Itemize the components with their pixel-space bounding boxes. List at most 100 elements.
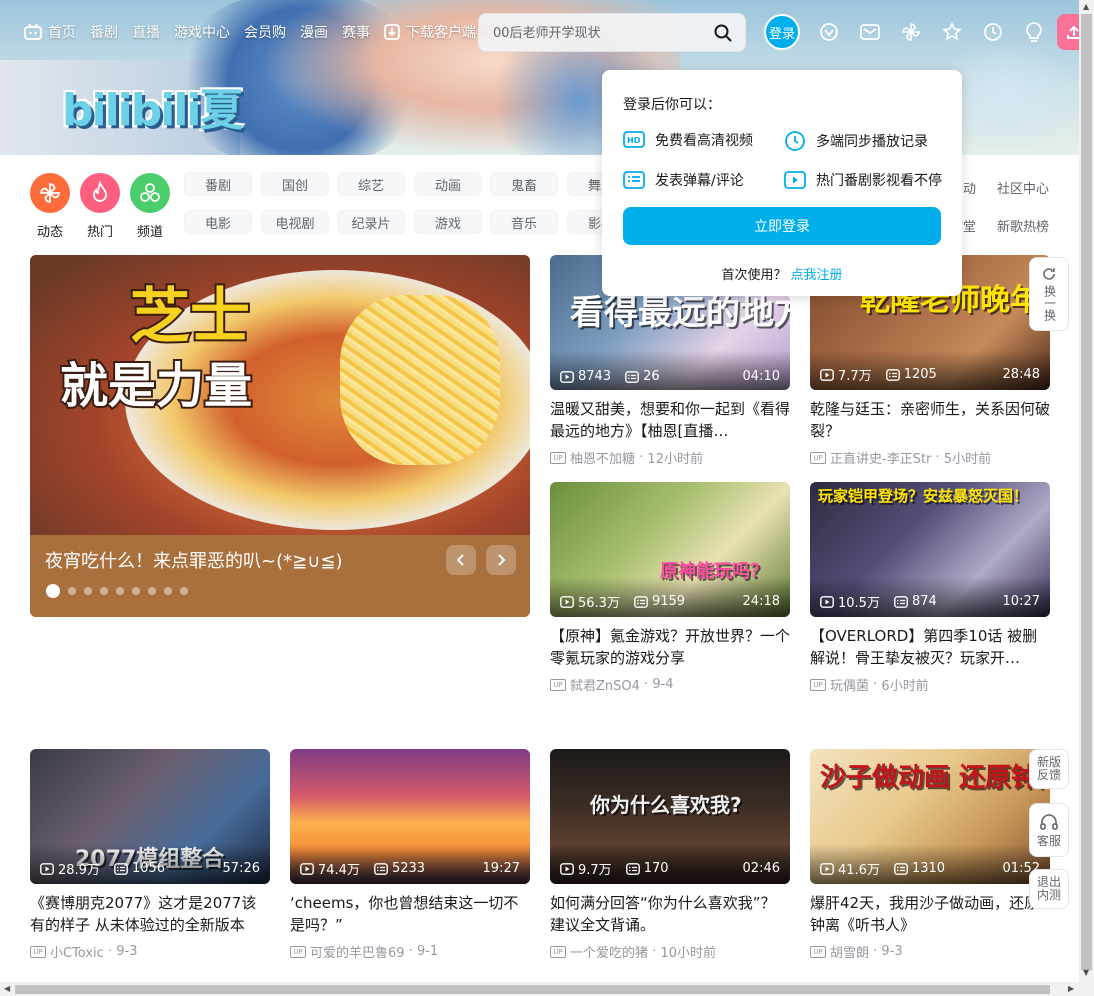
channel-hot[interactable]: 热门 [80, 173, 120, 240]
video-thumbnail[interactable]: 你为什么喜欢我? 9.7万 170 02:46 [550, 749, 790, 884]
danmaku-count: 5233 [374, 861, 425, 876]
video-title[interactable]: 【OVERLORD】第四季10话 被删解说！骨王挚友被灭？玩家开… [810, 625, 1050, 669]
video-thumbnail[interactable]: 沙子做动画 还原钟离 《听书人》41.6万131001:52 [810, 749, 1050, 884]
danmaku-count-icon [114, 862, 128, 875]
tag-bangumi[interactable]: 番剧 [184, 172, 252, 196]
video-title[interactable]: ‘cheems，你也曾想结束这一切不是吗？” [290, 892, 530, 936]
video-author[interactable]: 可爱的羊巴鲁69 [310, 942, 405, 961]
refresh-button[interactable]: 换一换 [1029, 257, 1069, 331]
carousel-dot[interactable] [68, 587, 76, 595]
video-date: 9-4 [652, 677, 674, 692]
tag-movie[interactable]: 电影 [184, 210, 252, 234]
video-title[interactable]: 如何满分回答“你为什么喜欢我”？建议全文背诵。 [550, 892, 790, 936]
carousel-dot[interactable] [100, 587, 108, 595]
chevron-left-icon [456, 554, 464, 566]
nav-manga[interactable]: 漫画 [300, 22, 328, 42]
play-count-icon [560, 862, 574, 875]
link-activity[interactable]: 动 [963, 178, 976, 197]
tag-game[interactable]: 游戏 [414, 210, 482, 234]
tag-animation[interactable]: 动画 [414, 172, 482, 196]
video-title[interactable]: 《赛博朋克2077》这才是2077该有的样子 从未体验过的全新版本 [30, 892, 270, 936]
carousel-dot[interactable] [132, 587, 140, 595]
view-count: 56.3万 [560, 592, 620, 611]
video-title[interactable]: 温暖又甜美，想要和你一起到《看得最远的地方》【柚恩[直播… [550, 398, 790, 442]
scroll-down-arrow[interactable]: ▼ [1083, 968, 1089, 977]
creation-bulb-icon[interactable] [1023, 21, 1045, 43]
link-community-center[interactable]: 社区中心 [997, 178, 1049, 197]
tag-variety[interactable]: 综艺 [337, 172, 405, 196]
register-link[interactable]: 点我注册 [791, 268, 843, 283]
carousel-dot[interactable] [46, 584, 60, 598]
carousel-prev-button[interactable] [446, 545, 476, 575]
video-card[interactable]: 原神能玩吗？ 56.3万 9159 24:18 【原神】氪金游戏？开放世界？一个零氪玩家… [550, 482, 790, 694]
video-author[interactable]: 玩偶菌 [830, 675, 869, 694]
video-card[interactable]: 沙子做动画 还原钟离 《听书人》41.6万131001:52 爆肝42天，我用沙子… [810, 749, 1050, 961]
video-author[interactable]: 弑君ZnSO4 [570, 675, 640, 694]
carousel-dot[interactable] [164, 587, 172, 595]
scroll-up-arrow[interactable]: ▲ [1083, 2, 1089, 11]
tag-documentary[interactable]: 纪录片 [337, 210, 405, 234]
video-author[interactable]: 小CToxic [50, 942, 104, 961]
danmaku-count: 1056 [114, 861, 165, 876]
vertical-scrollbar-thumb[interactable] [1081, 14, 1092, 970]
login-now-button[interactable]: 立即登录 [623, 207, 941, 245]
tag-music[interactable]: 音乐 [490, 210, 558, 234]
scroll-right-arrow[interactable]: ▶ [1068, 984, 1074, 993]
nav-match[interactable]: 赛事 [342, 22, 370, 42]
channel-dynamic[interactable]: 动态 [30, 173, 70, 240]
video-author[interactable]: 一个爱吃的猪 [570, 942, 648, 961]
feedback-button[interactable]: 新版反馈 [1029, 749, 1069, 789]
hero-carousel[interactable]: 芝士 就是力量 夜宵吃什么！来点罪恶的叭~(*≧∪≦) [30, 255, 530, 617]
tag-kichiku[interactable]: 鬼畜 [490, 172, 558, 196]
fire-icon [80, 173, 120, 213]
carousel-caption[interactable]: 夜宵吃什么！来点罪恶的叭~(*≧∪≦) [45, 547, 342, 573]
tag-guochuang[interactable]: 国创 [261, 172, 329, 196]
history-clock-icon[interactable] [982, 21, 1004, 43]
bilibili-logo[interactable]: bilibili夏 [62, 74, 243, 138]
exit-beta-button[interactable]: 退出内测 [1029, 869, 1069, 909]
link-new-songs[interactable]: 新歌热榜 [997, 216, 1049, 235]
video-title[interactable]: 【原神】氪金游戏？开放世界？一个零氪玩家的游戏分享 [550, 625, 790, 669]
nav-shop[interactable]: 会员购 [244, 22, 286, 42]
video-thumbnail[interactable]: 74.4万 5233 19:27 [290, 749, 530, 884]
carousel-dot[interactable] [148, 587, 156, 595]
feature-danmaku-comment: 发表弹幕/评论 [623, 170, 744, 190]
message-icon[interactable] [859, 21, 881, 43]
video-card[interactable]: 74.4万 5233 19:27 ‘cheems，你也曾想结束这一切不是吗？” UP 可爱… [290, 749, 530, 961]
favorite-star-icon[interactable] [941, 21, 963, 43]
tag-tv-series[interactable]: 电视剧 [261, 210, 329, 234]
dynamic-pinwheel-icon[interactable] [900, 21, 922, 43]
video-title[interactable]: 乾隆与廷玉：亲密师生，关系因何破裂？ [810, 398, 1050, 442]
video-author[interactable]: 柚恩不加糖 [570, 448, 635, 467]
horizontal-scrollbar-thumb[interactable] [15, 985, 1050, 994]
up-badge-icon: UP [810, 451, 826, 464]
channel-channels[interactable]: 频道 [130, 173, 170, 240]
video-author[interactable]: 正直讲史-李正Str [830, 448, 931, 467]
video-title[interactable]: 爆肝42天，我用沙子做动画，还原钟离《听书人》 [810, 892, 1050, 936]
nav-anime[interactable]: 番剧 [90, 22, 118, 42]
video-thumbnail[interactable]: 2077模组整合28.9万105657:26 [30, 749, 270, 884]
search-input[interactable] [493, 23, 703, 43]
carousel-dot[interactable] [180, 587, 188, 595]
nav-game-center[interactable]: 游戏中心 [174, 22, 230, 42]
video-card[interactable]: 2077模组整合28.9万105657:26 《赛博朋克2077》这才是2077该… [30, 749, 270, 961]
carousel-dot[interactable] [84, 587, 92, 595]
link-classroom[interactable]: 堂 [963, 216, 976, 235]
login-avatar-button[interactable]: 登录 [764, 14, 800, 50]
video-card[interactable]: 你为什么喜欢我? 9.7万 170 02:46 如何满分回答“你为什么喜欢我”？建议全文… [550, 749, 790, 961]
scroll-left-arrow[interactable]: ◀ [4, 984, 10, 993]
tv-icon [24, 24, 42, 40]
video-author[interactable]: 胡雪朗 [830, 942, 869, 961]
video-stats: 8743 26 04:10 [560, 369, 780, 384]
video-thumbnail[interactable]: 玩家铠甲登场？安兹暴怒灭国！ 10.5万 874 10:27 [810, 482, 1050, 617]
carousel-next-button[interactable] [486, 545, 516, 575]
video-thumbnail[interactable]: 原神能玩吗？ 56.3万 9159 24:18 [550, 482, 790, 617]
video-card[interactable]: 玩家铠甲登场？安兹暴怒灭国！ 10.5万 874 10:27 【OVERLORD】第四季… [810, 482, 1050, 694]
customer-service-button[interactable]: 客服 [1029, 803, 1069, 857]
nav-live[interactable]: 直播 [132, 22, 160, 42]
nav-home[interactable]: 首页 [24, 22, 76, 42]
vip-icon[interactable] [818, 21, 840, 43]
danmaku-count: 26 [625, 369, 660, 384]
carousel-dot[interactable] [116, 587, 124, 595]
search-icon[interactable] [713, 23, 733, 47]
